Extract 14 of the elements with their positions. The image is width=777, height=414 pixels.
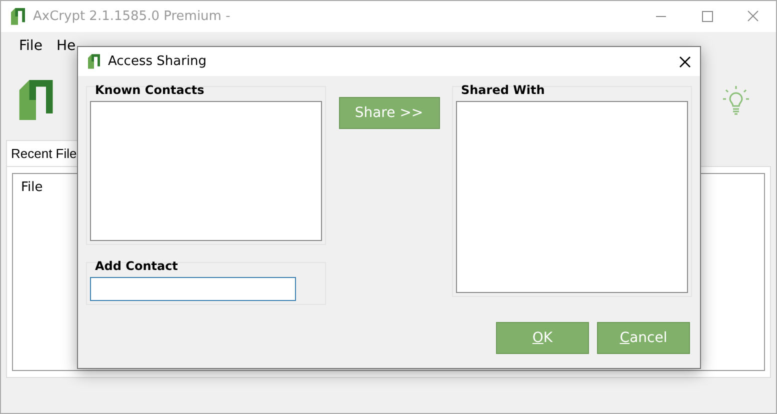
menu-item[interactable]: He: [56, 38, 76, 60]
lightbulb-icon[interactable]: [722, 84, 750, 116]
menu-item[interactable]: File: [19, 38, 42, 60]
logo-icon: [19, 80, 53, 120]
group-label: Shared With: [460, 83, 545, 97]
group-label: Known Contacts: [94, 83, 204, 97]
group-label: Add Contact: [94, 259, 178, 273]
input-field[interactable]: [90, 277, 296, 301]
column-header[interactable]: File: [21, 180, 43, 195]
dialog-title: Access Sharing: [108, 54, 207, 69]
close-icon[interactable]: [678, 54, 692, 68]
app-logo-icon: [11, 8, 25, 25]
window-title: AxCrypt 2.1.1585.0 Premium -: [33, 9, 230, 24]
app-logo-icon: [88, 54, 100, 69]
